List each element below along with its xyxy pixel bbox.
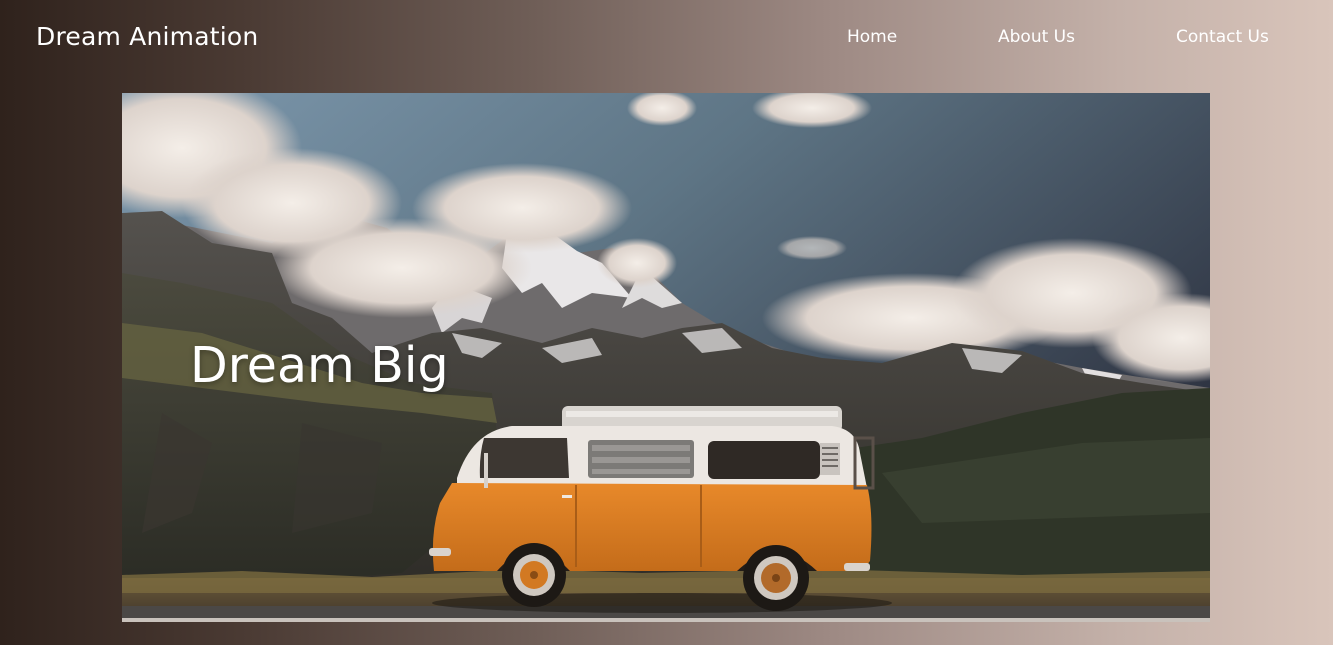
top-navigation: Dream Animation Home About Us Contact Us — [0, 0, 1333, 75]
nav-link-home[interactable]: Home — [847, 26, 897, 48]
hero-title: Dream Big — [190, 336, 449, 394]
brand-logo-text[interactable]: Dream Animation — [36, 20, 258, 54]
hero-banner: Dream Big — [122, 93, 1210, 622]
nav-link-contact-us[interactable]: Contact Us — [1176, 26, 1269, 48]
nav-link-about-us[interactable]: About Us — [998, 26, 1075, 48]
